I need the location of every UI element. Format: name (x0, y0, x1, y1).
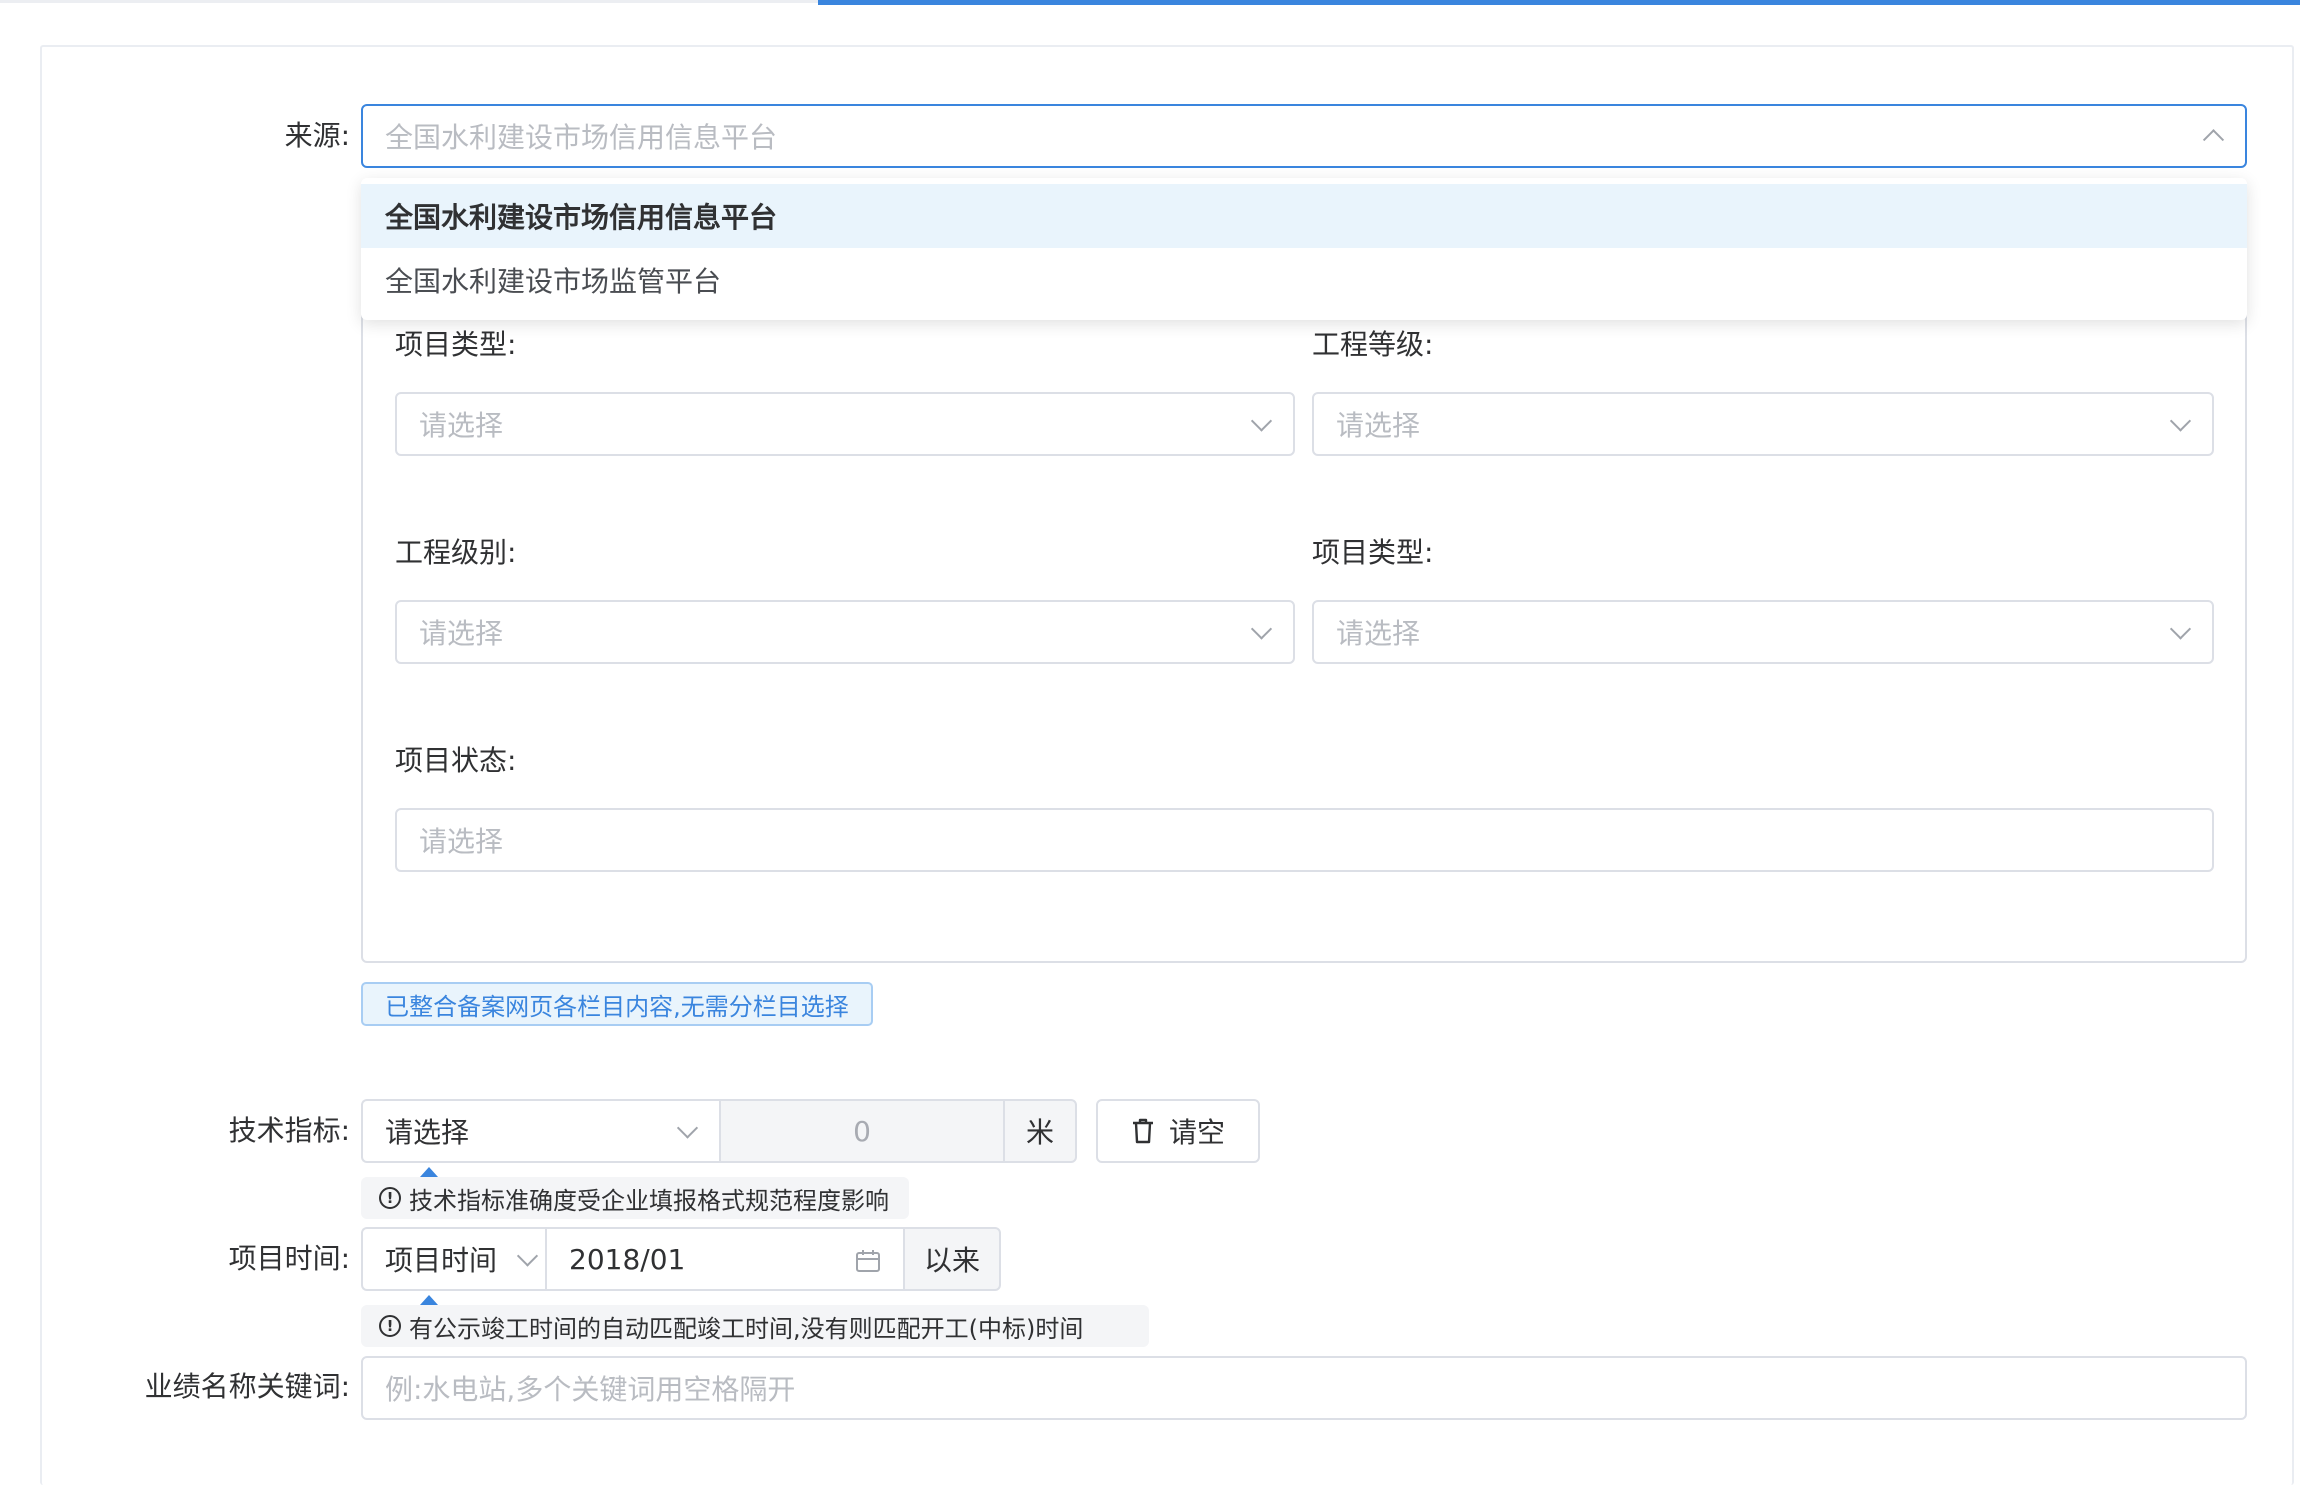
project-type-select[interactable]: 请选择 (395, 392, 1295, 456)
chevron-down-icon (516, 1245, 539, 1267)
chevron-down-icon (1250, 410, 1273, 432)
engineering-level-placeholder: 请选择 (419, 617, 504, 650)
unit-addon: 米 (1003, 1099, 1077, 1163)
chevron-down-icon (2169, 618, 2192, 640)
source-value: 全国水利建设市场信用信息平台 (385, 121, 778, 154)
tab-underline (0, 0, 818, 3)
tech-number-input[interactable]: 0 (719, 1099, 1005, 1163)
info-icon: ! (379, 1315, 401, 1337)
time-type-select[interactable]: 项目时间 (361, 1227, 545, 1291)
info-icon: ! (379, 1187, 401, 1209)
dropdown-option-supervision-platform[interactable]: 全国水利建设市场监管平台 (361, 248, 2247, 312)
project-type-b-placeholder: 请选择 (1336, 617, 1421, 650)
tech-select-value: 请选择 (385, 1116, 470, 1149)
project-status-placeholder: 请选择 (419, 825, 504, 858)
project-status-label: 项目状态: (395, 744, 517, 777)
source-dropdown: 全国水利建设市场信用信息平台 全国水利建设市场监管平台 (361, 178, 2247, 320)
time-tip-text: 有公示竣工时间的自动匹配竣工时间,没有则匹配开工(中标)时间 (409, 1314, 1084, 1343)
tip-caret (420, 1167, 438, 1177)
chevron-down-icon (676, 1117, 699, 1139)
clear-button-label: 请空 (1168, 1116, 1225, 1149)
calendar-icon (856, 1250, 880, 1272)
since-addon: 以来 (903, 1227, 1001, 1291)
date-value: 2018/01 (569, 1242, 686, 1276)
keyword-placeholder: 例:水电站,多个关键词用空格隔开 (385, 1373, 796, 1406)
time-type-value: 项目时间 (385, 1244, 498, 1277)
trash-icon (1132, 1118, 1153, 1144)
tech-select[interactable]: 请选择 (361, 1099, 719, 1163)
chevron-down-icon (2169, 410, 2192, 432)
engineering-grade-select[interactable]: 请选择 (1312, 392, 2214, 456)
chevron-up-icon (2202, 129, 2225, 151)
engineering-level-label: 工程级别: (395, 536, 517, 569)
dropdown-option-credit-platform[interactable]: 全国水利建设市场信用信息平台 (361, 184, 2247, 248)
keyword-label: 业绩名称关键词: (144, 1370, 350, 1403)
clear-button[interactable]: 请空 (1096, 1099, 1260, 1163)
source-select[interactable]: 全国水利建设市场信用信息平台 (361, 104, 2247, 168)
tech-tip: ! 技术指标准确度受企业填报格式规范程度影响 (361, 1177, 909, 1219)
tab-active-indicator (818, 0, 2300, 5)
source-label: 来源: (284, 119, 350, 152)
tech-tip-text: 技术指标准确度受企业填报格式规范程度影响 (409, 1186, 889, 1215)
engineering-level-select[interactable]: 请选择 (395, 600, 1295, 664)
project-type-placeholder: 请选择 (419, 409, 504, 442)
keyword-input[interactable]: 例:水电站,多个关键词用空格隔开 (361, 1356, 2247, 1420)
chevron-down-icon (1250, 618, 1273, 640)
project-status-select[interactable]: 请选择 (395, 808, 2214, 872)
time-tip: ! 有公示竣工时间的自动匹配竣工时间,没有则匹配开工(中标)时间 (361, 1305, 1149, 1347)
date-picker-input[interactable]: 2018/01 (545, 1227, 905, 1291)
tech-label: 技术指标: (228, 1114, 350, 1147)
time-label: 项目时间: (228, 1242, 350, 1275)
notice-tag: 已整合备案网页各栏目内容,无需分栏目选择 (361, 982, 873, 1026)
engineering-grade-placeholder: 请选择 (1336, 409, 1421, 442)
project-type-b-select[interactable]: 请选择 (1312, 600, 2214, 664)
engineering-grade-label: 工程等级: (1312, 328, 1434, 361)
project-type-b-label: 项目类型: (1312, 536, 1434, 569)
tip-caret (420, 1295, 438, 1305)
project-type-label: 项目类型: (395, 328, 517, 361)
